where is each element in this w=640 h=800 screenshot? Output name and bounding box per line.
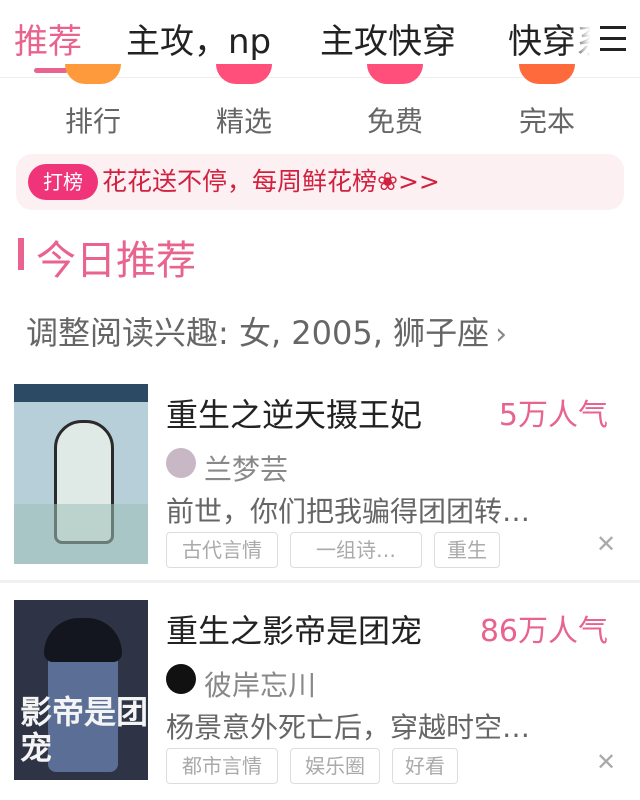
category-label: 精选 [215, 105, 272, 138]
free-icon [367, 64, 423, 84]
author-name: 兰梦芸 [204, 453, 289, 486]
book-popularity: 86万人气 [479, 614, 608, 649]
tab-zhugong-np[interactable]: 主攻，np [126, 14, 271, 63]
chevron-right-icon: › [495, 317, 508, 352]
category-completed[interactable]: 完本 [487, 64, 607, 148]
cover-title-strip [14, 384, 148, 402]
category-ranking[interactable]: 排行 [33, 64, 153, 148]
tag[interactable]: 好看 [392, 748, 458, 784]
book-description: 前世，你们把我骗得团团转… [166, 495, 531, 528]
tab-recommend[interactable]: 推荐 [14, 14, 82, 63]
cover-bottom-shade [14, 504, 148, 564]
tag[interactable]: 一组诗… [290, 532, 422, 568]
active-tab-indicator [34, 68, 68, 73]
close-icon[interactable]: ✕ [592, 530, 620, 558]
banner-badge: 打榜 [28, 164, 98, 200]
adjust-interest-link[interactable]: 调整阅读兴趣: 女, 2005, 狮子座 › [26, 308, 507, 354]
book-description: 杨景意外死亡后，穿越时空… [166, 711, 531, 744]
book-title[interactable]: 重生之影帝是团宠 [166, 606, 422, 652]
flower-ranking-banner[interactable]: 打榜 花花送不停，每周鲜花榜❀>> [16, 154, 624, 210]
tag[interactable]: 重生 [434, 532, 500, 568]
divider [0, 580, 640, 583]
book-card[interactable]: 影帝是团宠 重生之影帝是团宠 86万人气 彼岸忘川 杨景意外死亡后，穿越时空… … [0, 600, 640, 800]
ranking-icon [65, 64, 121, 84]
interest-text: 调整阅读兴趣: 女, 2005, 狮子座 [26, 314, 490, 352]
author-name: 彼岸忘川 [204, 669, 317, 702]
cover-title: 影帝是团宠 [20, 693, 148, 767]
category-free[interactable]: 免费 [335, 64, 455, 148]
book-card[interactable]: 重生之逆天摄王妃 5万人气 兰梦芸 前世，你们把我骗得团团转… 古代言情 一组诗… [0, 384, 640, 590]
close-icon[interactable]: ✕ [592, 748, 620, 776]
featured-icon [216, 64, 272, 84]
book-popularity: 5万人气 [498, 398, 608, 433]
menu-icon-line [600, 48, 626, 51]
tag[interactable]: 古代言情 [166, 532, 278, 568]
section-title-marker [18, 238, 24, 270]
book-cover [14, 384, 148, 564]
category-label: 完本 [518, 105, 575, 138]
category-featured[interactable]: 精选 [184, 64, 304, 148]
banner-text: 花花送不停，每周鲜花榜❀>> [102, 167, 440, 196]
menu-icon-line [600, 37, 626, 40]
tag[interactable]: 娱乐圈 [290, 748, 380, 784]
category-label: 免费 [366, 105, 423, 138]
category-label: 排行 [64, 105, 121, 138]
completed-icon [519, 64, 575, 84]
author-avatar [166, 448, 196, 478]
section-title: 今日推荐 [36, 238, 196, 284]
author-avatar [166, 664, 196, 694]
book-cover: 影帝是团宠 [14, 600, 148, 780]
cover-hair [44, 618, 122, 662]
tag[interactable]: 都市言情 [166, 748, 278, 784]
book-title[interactable]: 重生之逆天摄王妃 [166, 390, 422, 436]
menu-icon [600, 26, 626, 29]
tabs-menu-button[interactable] [590, 0, 640, 76]
tab-zhugong-kuaichuan[interactable]: 主攻快穿 [320, 14, 456, 63]
